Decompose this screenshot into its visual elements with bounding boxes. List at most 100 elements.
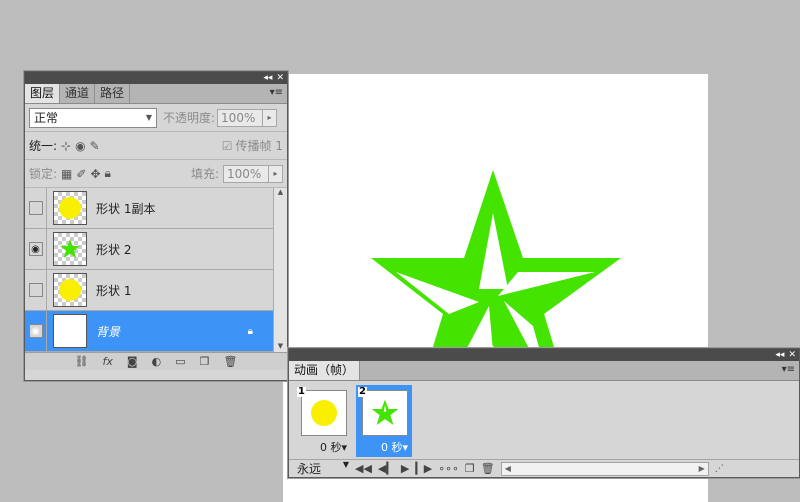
layers-scrollbar[interactable]: ▲ ▼	[273, 188, 287, 352]
visibility-toggle[interactable]	[25, 269, 47, 311]
folder-icon[interactable]: ▭	[175, 355, 185, 368]
lock-move-icon[interactable]: ✥	[90, 167, 100, 181]
collapse-icon[interactable]: ◂◂	[775, 350, 784, 360]
visibility-toggle[interactable]	[25, 188, 47, 229]
animation-toolbar: 永远 ▼ ◀◀ ◀▎ ▶ ▎▶ ∘∘∘ ❐ 🗑︎ ◀ ▶ ⋰	[289, 459, 799, 477]
blend-row: 正常 ▼ 不透明度: 100% ▸	[25, 104, 287, 132]
unify-visibility-icon[interactable]: ◉	[75, 139, 85, 153]
tab-animation[interactable]: 动画（帧）	[289, 361, 361, 380]
close-icon[interactable]: ✕	[788, 350, 796, 360]
chevron-down-icon: ▼	[145, 113, 152, 122]
layer-name: 形状 1副本	[96, 201, 156, 216]
loop-select[interactable]: 永远 ▼	[297, 460, 349, 477]
frame-delay[interactable]: 0 秒▾	[356, 439, 408, 455]
layer-list: 形状 1副本 ◉ 形状 2 形状 1 ◉ 背景 🔒︎ ▲ ▼	[25, 188, 287, 352]
tab-layers[interactable]: 图层	[25, 84, 61, 103]
new-layer-icon[interactable]: ❐	[200, 355, 210, 368]
layer-name: 背景	[96, 324, 121, 339]
opacity-stepper[interactable]: ▸	[263, 108, 278, 127]
tab-paths[interactable]: 路径	[95, 84, 131, 103]
yellow-circle-icon	[59, 279, 81, 301]
eye-icon: ◉	[28, 324, 43, 338]
link-icon[interactable]: ⛓	[75, 355, 89, 368]
frame-delay-value: 0 秒	[380, 441, 403, 454]
yellow-circle-icon	[59, 197, 81, 219]
lock-transparent-icon[interactable]: ▦	[61, 167, 72, 181]
close-icon[interactable]: ✕	[276, 73, 284, 83]
frame-number: 2	[358, 386, 367, 397]
layers-panel-titlebar[interactable]: ◂◂ ✕	[25, 72, 287, 84]
lock-row: 锁定: ▦ ✐ ✥ 🔒︎ 填充: 100% ▸	[25, 160, 287, 188]
visibility-toggle[interactable]: ◉	[25, 228, 47, 270]
fill-stepper[interactable]: ▸	[269, 164, 283, 183]
lock-brush-icon[interactable]: ✐	[76, 167, 86, 181]
animation-frame[interactable]: 1 0 秒▾	[295, 385, 351, 457]
lock-icon: 🔒︎	[247, 325, 253, 337]
unify-style-icon[interactable]: ✎	[90, 139, 100, 153]
blend-mode-value: 正常	[34, 111, 59, 125]
layer-name: 形状 2	[96, 242, 132, 257]
adjustment-icon[interactable]: ◐	[152, 355, 162, 368]
first-frame-icon[interactable]: ◀◀	[355, 462, 372, 475]
panel-menu-icon[interactable]: ▾≡	[782, 364, 795, 375]
green-star-icon	[371, 399, 399, 425]
tab-channels[interactable]: 通道	[60, 84, 96, 103]
frame-thumbnail	[301, 390, 347, 436]
scroll-down-icon[interactable]: ▼	[274, 342, 287, 352]
fx-icon[interactable]: fx	[103, 355, 113, 368]
propagate-label: 传播帧 1	[235, 139, 283, 153]
scroll-up-icon[interactable]: ▲	[274, 188, 287, 198]
duplicate-frame-icon[interactable]: ❐	[465, 462, 475, 475]
layer-thumbnail	[53, 232, 87, 266]
trash-icon[interactable]: 🗑︎	[223, 355, 237, 368]
layer-row[interactable]: ◉ 形状 2	[25, 228, 287, 270]
layers-tabbar: 图层 通道 路径 ▾≡	[25, 84, 287, 104]
frames-scrollbar[interactable]: ◀ ▶	[500, 461, 709, 476]
layer-row-selected[interactable]: ◉ 背景 🔒︎	[25, 310, 287, 352]
next-frame-icon[interactable]: ▎▶	[415, 462, 432, 475]
hidden-box	[28, 283, 43, 297]
yellow-circle-icon	[311, 400, 337, 426]
visibility-toggle[interactable]: ◉	[25, 310, 47, 352]
mask-icon[interactable]: ◙	[127, 355, 138, 368]
frame-thumbnail	[362, 390, 408, 436]
layers-panel: ◂◂ ✕ 图层 通道 路径 ▾≡ 正常 ▼ 不透明度: 100% ▸ 统一: ⊹…	[24, 71, 288, 381]
frame-number: 1	[297, 386, 306, 397]
layer-thumbnail	[53, 191, 87, 225]
eye-icon: ◉	[28, 242, 43, 256]
prev-frame-icon[interactable]: ◀▎	[378, 462, 395, 475]
resize-grip-icon[interactable]: ⋰	[715, 464, 724, 474]
frame-delay-value: 0 秒	[319, 441, 342, 454]
chevron-down-icon: ▼	[342, 460, 349, 469]
fill-label: 填充:	[190, 167, 219, 181]
panel-menu-icon[interactable]: ▾≡	[270, 87, 283, 98]
play-icon[interactable]: ▶	[401, 462, 409, 475]
layer-name: 形状 1	[96, 283, 132, 298]
blend-mode-select[interactable]: 正常 ▼	[29, 107, 157, 128]
lock-all-icon[interactable]: 🔒︎	[105, 166, 111, 181]
animation-frame-selected[interactable]: 2 0 秒▾	[356, 385, 412, 457]
scroll-right-icon[interactable]: ▶	[699, 464, 705, 473]
layers-footer: ⛓ fx ◙ ◐ ▭ ❐ 🗑︎	[25, 352, 287, 370]
layer-thumbnail	[53, 273, 87, 307]
fill-input[interactable]: 100%	[223, 164, 269, 183]
frame-strip: 1 0 秒▾ 2 0 秒▾	[289, 381, 799, 457]
unify-position-icon[interactable]: ⊹	[61, 139, 71, 153]
animation-panel-titlebar[interactable]: ◂◂ ✕	[289, 349, 799, 361]
scroll-left-icon[interactable]: ◀	[505, 464, 511, 473]
frame-delay[interactable]: 0 秒▾	[295, 439, 347, 455]
collapse-icon[interactable]: ◂◂	[263, 73, 272, 83]
opacity-label: 不透明度:	[163, 111, 216, 125]
trash-icon[interactable]: 🗑︎	[481, 462, 495, 475]
lock-label: 锁定:	[29, 167, 58, 181]
unify-row: 统一: ⊹ ◉ ✎ ☑ 传播帧 1	[25, 132, 287, 160]
tween-icon[interactable]: ∘∘∘	[438, 462, 459, 475]
unify-label: 统一:	[29, 139, 58, 153]
layer-thumbnail	[53, 314, 87, 348]
layer-row[interactable]: 形状 1副本	[25, 188, 287, 229]
green-star-icon	[60, 239, 80, 258]
opacity-input[interactable]: 100%	[217, 108, 264, 127]
propagate-checkbox[interactable]: ☑	[222, 139, 233, 153]
layer-row[interactable]: 形状 1	[25, 269, 287, 311]
loop-value: 永远	[297, 462, 322, 476]
